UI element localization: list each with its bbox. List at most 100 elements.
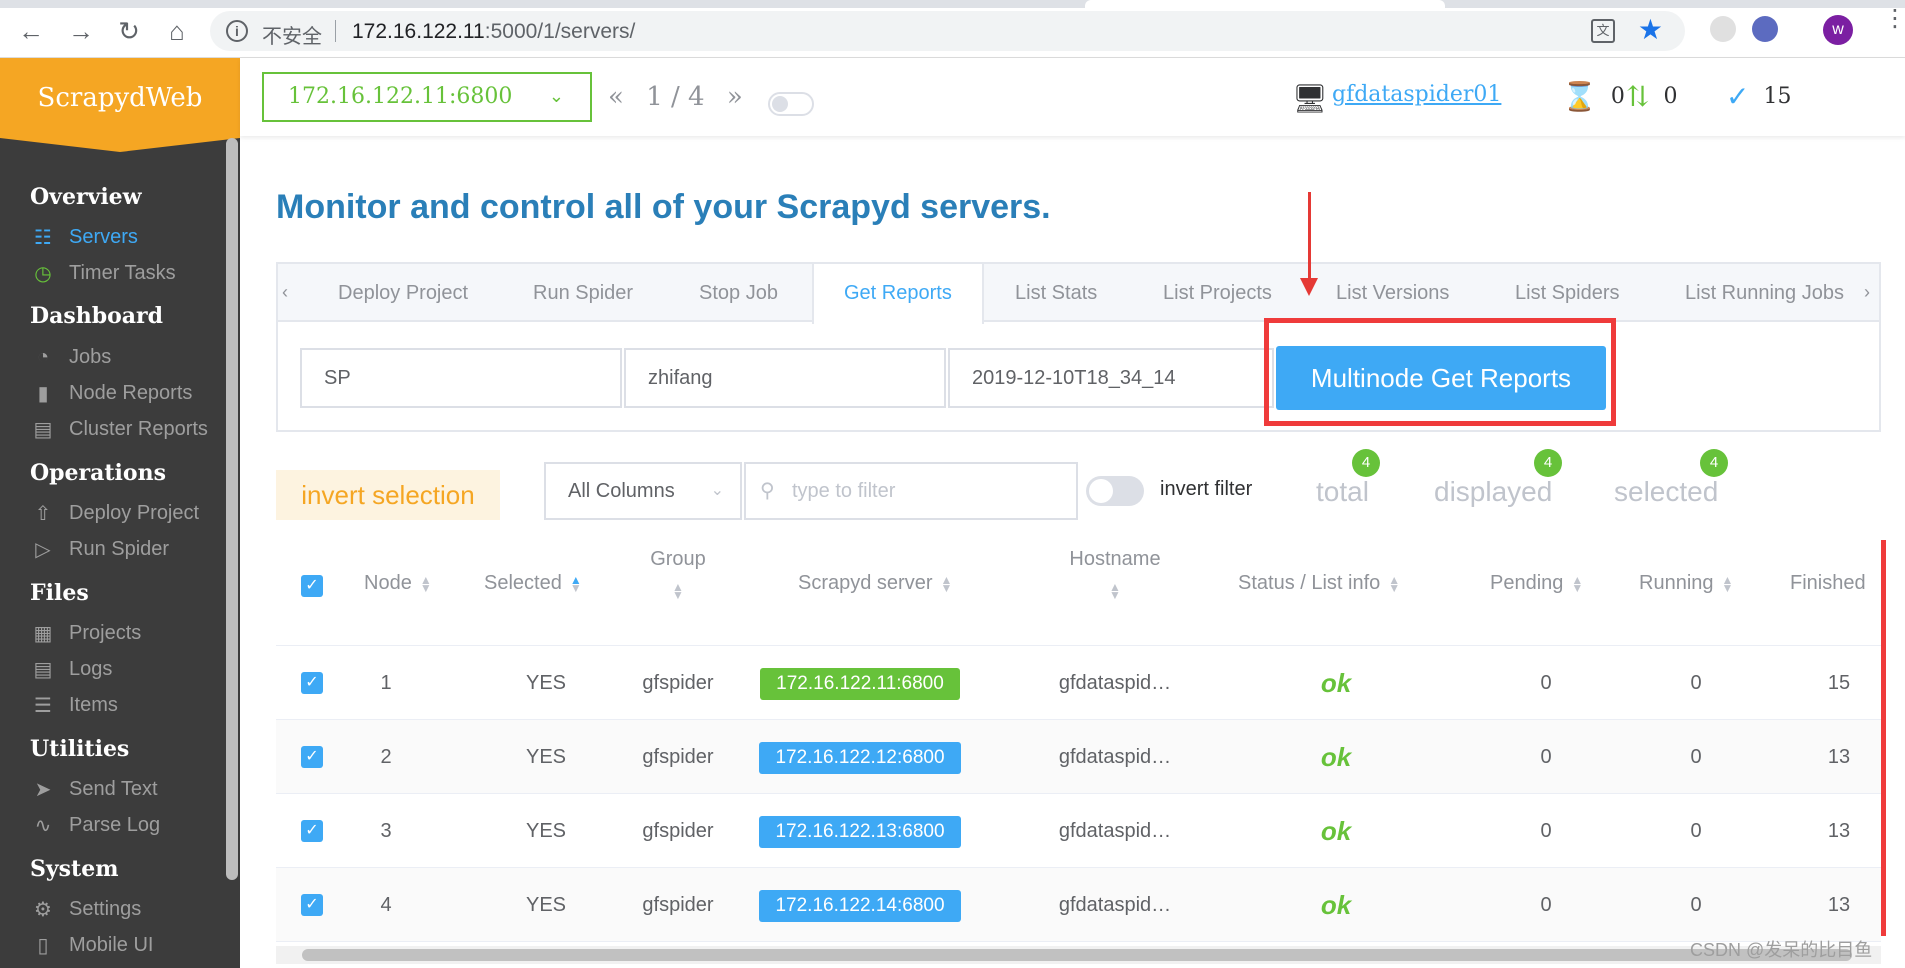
row-checkbox[interactable]: ✓ <box>301 820 323 842</box>
section-operations: Operations <box>30 460 166 486</box>
table-row[interactable]: ✓ 3 YES gfspider 172.16.122.13:6800 gfda… <box>276 794 1881 868</box>
invert-selection-button[interactable]: invert selection <box>276 470 500 520</box>
table-row[interactable]: ✓ 2 YES gfspider 172.16.122.12:6800 gfda… <box>276 720 1881 794</box>
send-icon: ➤ <box>34 778 52 801</box>
tab-scroll-left-icon[interactable]: ‹ <box>282 282 288 303</box>
displayed-badge: 4 <box>1534 449 1562 477</box>
sidebar-item-logs[interactable]: ▤ Logs <box>30 654 113 684</box>
col-running[interactable]: Running ▲ ▼ <box>1639 572 1733 595</box>
sidebar-item-node-reports[interactable]: ▮ Node Reports <box>30 378 192 408</box>
running-count: 0 <box>1663 84 1678 109</box>
browser-menu-icon[interactable]: ⋮ <box>1883 7 1905 44</box>
sidebar-item-label: Deploy Project <box>69 501 200 524</box>
columns-select[interactable]: All Columns ⌄ <box>544 462 742 520</box>
horizontal-scrollbar[interactable] <box>276 946 1881 964</box>
server-select[interactable]: 172.16.122.11:6800 ⌄ <box>262 72 592 122</box>
forward-icon[interactable]: → <box>66 16 96 46</box>
cell-hostname: gfdataspid… <box>1058 672 1172 694</box>
col-group[interactable]: Group ▲ ▼ <box>638 548 718 602</box>
tab-deploy-project[interactable]: Deploy Project <box>338 264 468 322</box>
col-selected[interactable]: Selected ▲ ▼ <box>484 572 582 595</box>
row-checkbox[interactable]: ✓ <box>301 894 323 916</box>
col-status[interactable]: Status / List info ▲ ▼ <box>1238 572 1400 595</box>
sidebar-item-label: Timer Tasks <box>69 261 176 284</box>
sidebar-item-items[interactable]: ☰ Items <box>30 690 118 720</box>
job-field[interactable]: 2019-12-10T18_34_14 <box>948 348 1274 408</box>
table-header: ✓ Node ▲ ▼ Selected ▲ ▼ Group ▲ ▼ Scrapyd serv… <box>276 526 1881 646</box>
profile-avatar[interactable]: w <box>1823 15 1853 45</box>
scrollbar-thumb[interactable] <box>302 949 1852 961</box>
spider-field[interactable]: zhifang <box>624 348 946 408</box>
sort-icon: ▲ ▼ <box>672 580 684 602</box>
cell-running: 0 <box>1690 746 1702 768</box>
tab-list-spiders[interactable]: List Spiders <box>1515 264 1620 322</box>
sidebar-item-projects[interactable]: ▦ Projects <box>30 618 142 648</box>
tab-list-versions[interactable]: List Versions <box>1336 264 1449 322</box>
servers-icon: ☷ <box>34 226 52 249</box>
translate-icon[interactable]: 文 <box>1591 19 1615 43</box>
sidebar-item-deploy-project[interactable]: ⇧ Deploy Project <box>30 498 199 528</box>
grid-icon: ▦ <box>33 622 53 645</box>
next-page-icon[interactable]: » <box>727 82 743 112</box>
table-row[interactable]: ✓ 1 YES gfspider 172.16.122.11:6800 gfda… <box>276 646 1881 720</box>
sidebar-item-label: Run Spider <box>69 537 170 560</box>
filter-input[interactable]: ⚲ type to filter <box>744 462 1078 520</box>
extension-check-icon[interactable] <box>1752 16 1778 42</box>
col-finished[interactable]: Finished <box>1790 572 1866 595</box>
check-icon: ✓ <box>1726 80 1750 113</box>
sidebar-item-run-spider[interactable]: ▷ Run Spider <box>30 534 169 564</box>
tab-list-running-jobs[interactable]: List Running Jobs <box>1685 264 1844 322</box>
col-node-label: Node <box>364 572 412 594</box>
tab-get-reports[interactable]: Get Reports <box>812 264 984 324</box>
sidebar-item-send-text[interactable]: ➤ Send Text <box>30 774 158 804</box>
sidebar-item-settings[interactable]: ⚙ Settings <box>30 894 141 924</box>
sidebar-item-parse-log[interactable]: ∿ Parse Log <box>30 810 161 840</box>
bookmark-star-icon[interactable]: ★ <box>1638 13 1663 46</box>
table-row[interactable]: ✓ 4 YES gfspider 172.16.122.14:6800 gfda… <box>276 868 1881 942</box>
reload-icon[interactable]: ↻ <box>114 16 144 46</box>
col-node[interactable]: Node ▲ ▼ <box>364 572 432 595</box>
address-bar[interactable]: i 不安全 172.16.122.11:5000/1/servers/ 文 ★ <box>210 11 1685 51</box>
tab-stop-job[interactable]: Stop Job <box>699 264 778 322</box>
server-tag[interactable]: 172.16.122.12:6800 <box>759 741 961 774</box>
auto-refresh-toggle[interactable] <box>768 92 814 116</box>
sidebar-item-mobile-ui[interactable]: ▯ Mobile UI <box>30 930 153 960</box>
hostname-link[interactable]: gfdataspider01 <box>1332 82 1501 107</box>
app-logo[interactable]: ScrapydWeb <box>0 58 240 138</box>
server-tag[interactable]: 172.16.122.13:6800 <box>759 815 961 848</box>
row-checkbox[interactable]: ✓ <box>301 746 323 768</box>
project-field[interactable]: SP <box>300 348 622 408</box>
row-checkbox[interactable]: ✓ <box>301 672 323 694</box>
logo-notch <box>0 138 240 152</box>
sidebar-item-cluster-reports[interactable]: ▤ Cluster Reports <box>30 414 208 444</box>
cell-finished: 13 <box>1827 746 1851 768</box>
tab-list-projects[interactable]: List Projects <box>1163 264 1272 322</box>
prev-page-icon[interactable]: « <box>608 82 624 112</box>
col-scrapyd-server[interactable]: Scrapyd server ▲ ▼ <box>798 572 952 595</box>
tab-run-spider[interactable]: Run Spider <box>533 264 633 322</box>
cell-hostname: gfdataspid… <box>1058 820 1172 842</box>
extension-icon[interactable] <box>1710 16 1736 42</box>
cell-server: 172.16.122.14:6800 <box>750 868 970 942</box>
server-tag[interactable]: 172.16.122.14:6800 <box>759 889 961 922</box>
sidebar-scrollbar[interactable] <box>226 138 238 880</box>
home-icon[interactable]: ⌂ <box>162 16 192 46</box>
sidebar-item-timer-tasks[interactable]: ◷ Timer Tasks <box>30 258 176 288</box>
sidebar-item-servers[interactable]: ☷ Servers <box>30 222 138 252</box>
url-text[interactable]: 172.16.122.11:5000/1/servers/ <box>352 20 635 44</box>
cell-status: ok <box>1286 794 1386 868</box>
back-icon[interactable]: ← <box>16 16 46 46</box>
col-pending[interactable]: Pending ▲ ▼ <box>1490 572 1583 595</box>
watermark: CSDN @发呆的比目鱼 <box>1690 940 1873 960</box>
browser-tab[interactable] <box>1085 0 1445 8</box>
tab-list-stats[interactable]: List Stats <box>1015 264 1097 322</box>
sidebar-item-jobs[interactable]: ◔ Jobs <box>30 342 111 372</box>
col-hostname[interactable]: Hostname ▲ ▼ <box>1060 548 1170 601</box>
cell-group: gfspider <box>642 746 714 768</box>
server-tag[interactable]: 172.16.122.11:6800 <box>760 667 960 700</box>
info-icon[interactable]: i <box>226 20 248 42</box>
invert-filter-toggle[interactable] <box>1086 476 1144 506</box>
tab-scroll-right-icon[interactable]: › <box>1864 282 1870 303</box>
select-all-checkbox[interactable]: ✓ <box>301 575 323 597</box>
section-utilities: Utilities <box>30 736 130 762</box>
